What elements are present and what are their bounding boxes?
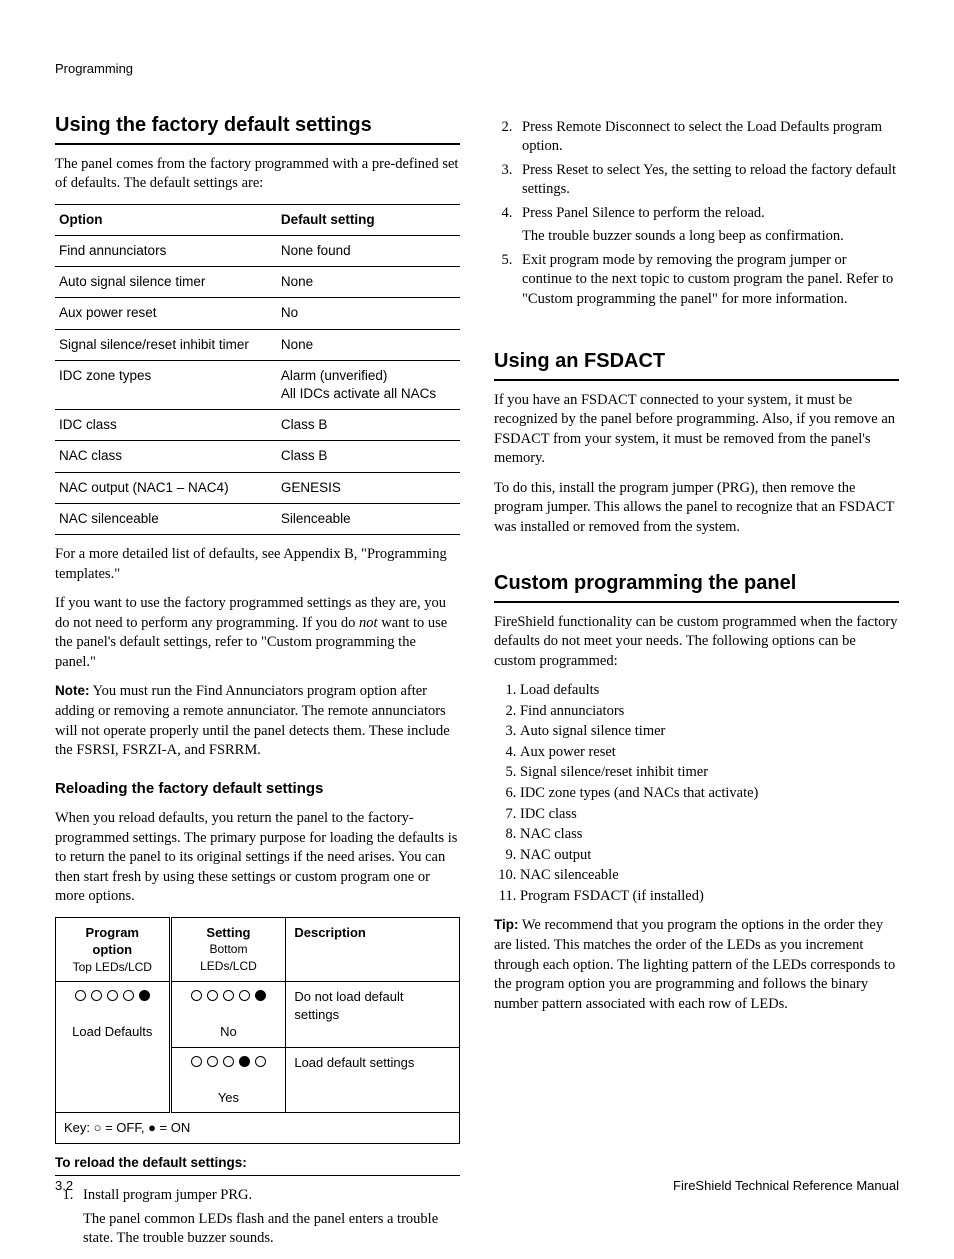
table-cell: Signal silence/reset inhibit timer bbox=[55, 329, 277, 360]
footer-right: FireShield Technical Reference Manual bbox=[673, 1177, 899, 1195]
list-item: NAC class bbox=[520, 825, 899, 845]
paragraph: If you want to use the factory programme… bbox=[55, 594, 460, 672]
steps-right: Press Remote Disconnect to select the Lo… bbox=[494, 118, 899, 310]
table-cell: NAC class bbox=[55, 441, 277, 472]
heading-defaults: Using the factory default settings bbox=[55, 112, 460, 145]
table-row: NAC silenceableSilenceable bbox=[55, 503, 460, 534]
tip-paragraph: Tip: We recommend that you program the o… bbox=[494, 916, 899, 1014]
step-1: Install program jumper PRG. The panel co… bbox=[77, 1186, 460, 1249]
text: Top LEDs/LCD bbox=[64, 959, 161, 975]
paragraph: For a more detailed list of defaults, se… bbox=[55, 545, 460, 584]
text: Load Defaults bbox=[72, 1024, 152, 1039]
prog-option-cell: Load Defaults bbox=[56, 982, 171, 1113]
setting-cell: No bbox=[170, 982, 286, 1048]
led-pattern-icon bbox=[191, 990, 266, 1001]
paragraph: FireShield functionality can be custom p… bbox=[494, 613, 899, 672]
table-cell: IDC zone types bbox=[55, 360, 277, 409]
table-cell: None bbox=[277, 267, 460, 298]
page: Programming Using the factory default se… bbox=[0, 0, 954, 1235]
step-2: Press Remote Disconnect to select the Lo… bbox=[516, 118, 899, 157]
page-footer: 3.2 FireShield Technical Reference Manua… bbox=[55, 1177, 899, 1195]
th-program-option: Program option Top LEDs/LCD bbox=[56, 917, 171, 981]
heading-fsdact: Using an FSDACT bbox=[494, 348, 899, 381]
table-row: Signal silence/reset inhibit timerNone bbox=[55, 329, 460, 360]
left-column: Using the factory default settings The p… bbox=[55, 112, 460, 1259]
step-body: The trouble buzzer sounds a long beep as… bbox=[522, 227, 899, 247]
table-cell: None found bbox=[277, 235, 460, 266]
th-option: Option bbox=[55, 204, 277, 235]
table-cell: Find annunciators bbox=[55, 235, 277, 266]
note-label: Note: bbox=[55, 683, 90, 698]
list-item: Program FSDACT (if installed) bbox=[520, 887, 899, 907]
table-row: IDC classClass B bbox=[55, 410, 460, 441]
list-item: Load defaults bbox=[520, 681, 899, 701]
list-item: Find annunciators bbox=[520, 702, 899, 722]
paragraph: When you reload defaults, you return the… bbox=[55, 809, 460, 907]
tip-body: We recommend that you program the option… bbox=[494, 917, 895, 1011]
table-row: IDC zone typesAlarm (unverified)All IDCs… bbox=[55, 360, 460, 409]
table-cell: Auto signal silence timer bbox=[55, 267, 277, 298]
note-paragraph: Note: You must run the Find Annunciators… bbox=[55, 682, 460, 760]
emphasis-not: not bbox=[359, 615, 378, 631]
table-cell: Silenceable bbox=[277, 503, 460, 534]
th-setting: Setting Bottom LEDs/LCD bbox=[170, 917, 286, 981]
list-item: Auto signal silence timer bbox=[520, 722, 899, 742]
list-item: NAC output bbox=[520, 846, 899, 866]
step-3: Press Reset to select Yes, the setting t… bbox=[516, 161, 899, 200]
list-item: Signal silence/reset inhibit timer bbox=[520, 763, 899, 783]
desc-cell: Load default settings bbox=[286, 1047, 460, 1113]
led-pattern-icon bbox=[75, 990, 150, 1001]
table-cell: NAC silenceable bbox=[55, 503, 277, 534]
table-row: Aux power resetNo bbox=[55, 298, 460, 329]
text: No bbox=[220, 1024, 237, 1039]
right-column: Press Remote Disconnect to select the Lo… bbox=[494, 112, 899, 1259]
heading-custom: Custom programming the panel bbox=[494, 570, 899, 603]
text: Press Panel Silence to perform the reloa… bbox=[522, 205, 765, 221]
steps-left: Install program jumper PRG. The panel co… bbox=[55, 1186, 460, 1249]
step-body: The panel common LEDs flash and the pane… bbox=[83, 1210, 460, 1249]
table-cell: Class B bbox=[277, 410, 460, 441]
table-row: Find annunciatorsNone found bbox=[55, 235, 460, 266]
tip-label: Tip: bbox=[494, 917, 519, 932]
step-4: Press Panel Silence to perform the reloa… bbox=[516, 204, 899, 247]
load-defaults-table: Program option Top LEDs/LCD Setting Bott… bbox=[55, 917, 460, 1144]
step-5: Exit program mode by removing the progra… bbox=[516, 251, 899, 310]
table-row: NAC output (NAC1 – NAC4)GENESIS bbox=[55, 472, 460, 503]
to-reload-heading: To reload the default settings: bbox=[55, 1154, 460, 1176]
desc-cell: Do not load default settings bbox=[286, 982, 460, 1048]
table-cell: Class B bbox=[277, 441, 460, 472]
text: Setting bbox=[206, 925, 250, 940]
setting-cell: Yes bbox=[170, 1047, 286, 1113]
table-row: NAC classClass B bbox=[55, 441, 460, 472]
text: Bottom LEDs/LCD bbox=[180, 941, 278, 973]
list-item: IDC class bbox=[520, 805, 899, 825]
table-cell: NAC output (NAC1 – NAC4) bbox=[55, 472, 277, 503]
heading-reload: Reloading the factory default settings bbox=[55, 779, 460, 799]
two-columns: Using the factory default settings The p… bbox=[55, 112, 899, 1259]
footer-left: 3.2 bbox=[55, 1177, 73, 1195]
list-item: IDC zone types (and NACs that activate) bbox=[520, 784, 899, 804]
table-cell: None bbox=[277, 329, 460, 360]
table-row: Auto signal silence timerNone bbox=[55, 267, 460, 298]
defaults-table: Option Default setting Find annunciators… bbox=[55, 204, 460, 535]
running-head: Programming bbox=[55, 60, 899, 78]
text: Yes bbox=[218, 1090, 239, 1105]
table-cell: IDC class bbox=[55, 410, 277, 441]
paragraph: The panel comes from the factory program… bbox=[55, 155, 460, 194]
paragraph: If you have an FSDACT connected to your … bbox=[494, 391, 899, 469]
options-list: Load defaultsFind annunciatorsAuto signa… bbox=[494, 681, 899, 906]
table-cell: No bbox=[277, 298, 460, 329]
key-cell: Key: ○ = OFF, ● = ON bbox=[56, 1113, 460, 1144]
list-item: NAC silenceable bbox=[520, 866, 899, 886]
th-description: Description bbox=[286, 917, 460, 981]
note-body: You must run the Find Annunciators progr… bbox=[55, 683, 450, 758]
table-cell: Aux power reset bbox=[55, 298, 277, 329]
table-cell: Alarm (unverified)All IDCs activate all … bbox=[277, 360, 460, 409]
paragraph: To do this, install the program jumper (… bbox=[494, 479, 899, 538]
table-cell: GENESIS bbox=[277, 472, 460, 503]
th-default: Default setting bbox=[277, 204, 460, 235]
text: Program option bbox=[86, 925, 139, 958]
list-item: Aux power reset bbox=[520, 743, 899, 763]
led-pattern-icon bbox=[191, 1056, 266, 1067]
